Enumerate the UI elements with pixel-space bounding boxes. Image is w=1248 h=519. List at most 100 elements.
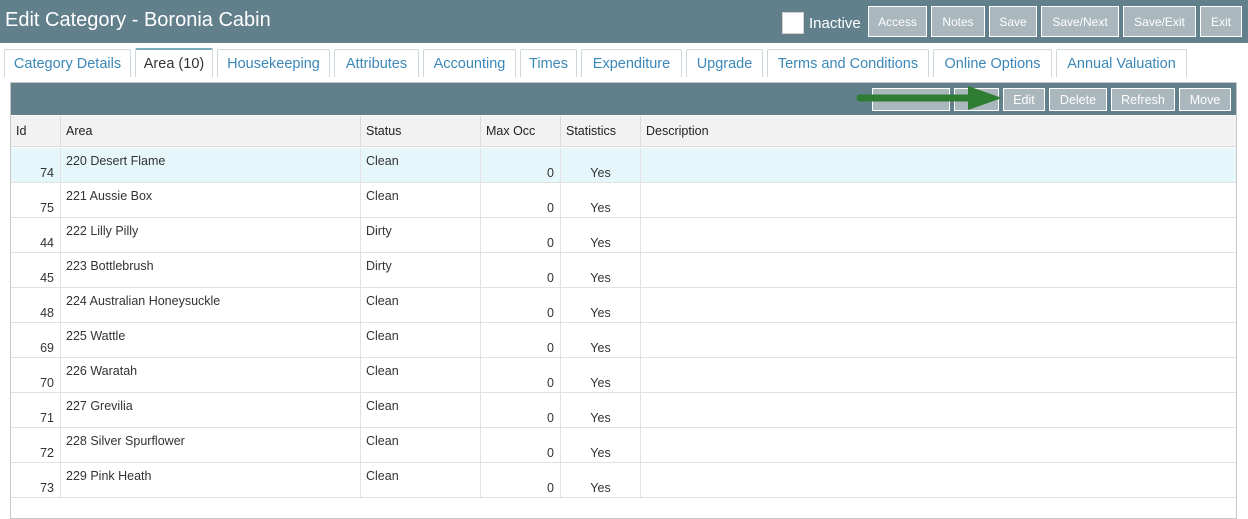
table-row[interactable]: 73 229 Pink Heath Clean 0 Yes bbox=[11, 463, 1236, 498]
cell-area: 225 Wattle bbox=[61, 323, 361, 358]
cell-description bbox=[641, 183, 1236, 218]
table-row[interactable]: 44 222 Lilly Pilly Dirty 0 Yes bbox=[11, 218, 1236, 253]
column-header-id[interactable]: Id bbox=[11, 116, 61, 146]
cell-status: Clean bbox=[361, 393, 481, 428]
page-title: Edit Category - Boronia Cabin bbox=[5, 9, 271, 31]
save-next-button[interactable]: Save/Next bbox=[1041, 6, 1119, 37]
edit-button[interactable]: Edit bbox=[1003, 88, 1045, 111]
exit-button[interactable]: Exit bbox=[1200, 6, 1242, 37]
cell-description bbox=[641, 218, 1236, 253]
cell-max-occ: 0 bbox=[481, 218, 561, 253]
tab-area[interactable]: Area (10) bbox=[135, 48, 213, 77]
cell-statistics: Yes bbox=[561, 428, 641, 463]
tab-attributes[interactable]: Attributes bbox=[334, 49, 419, 77]
cell-description bbox=[641, 253, 1236, 288]
column-header-statistics[interactable]: Statistics bbox=[561, 116, 641, 146]
save-button[interactable]: Save bbox=[989, 6, 1037, 37]
cell-description bbox=[641, 323, 1236, 358]
column-header-description[interactable]: Description bbox=[641, 116, 1236, 146]
cell-status: Clean bbox=[361, 323, 481, 358]
cell-id: 75 bbox=[11, 183, 61, 218]
cell-statistics: Yes bbox=[561, 358, 641, 393]
cell-id: 70 bbox=[11, 358, 61, 393]
cell-description bbox=[641, 428, 1236, 463]
cell-status: Clean bbox=[361, 463, 481, 498]
cell-max-occ: 0 bbox=[481, 183, 561, 218]
cell-area: 226 Waratah bbox=[61, 358, 361, 393]
cell-max-occ: 0 bbox=[481, 428, 561, 463]
cell-statistics: Yes bbox=[561, 183, 641, 218]
cell-description bbox=[641, 148, 1236, 183]
cell-area: 222 Lilly Pilly bbox=[61, 218, 361, 253]
save-exit-button[interactable]: Save/Exit bbox=[1123, 6, 1196, 37]
cell-status: Clean bbox=[361, 428, 481, 463]
cell-max-occ: 0 bbox=[481, 323, 561, 358]
tab-category-details[interactable]: Category Details bbox=[4, 49, 131, 77]
cell-area: 220 Desert Flame bbox=[61, 148, 361, 183]
cell-statistics: Yes bbox=[561, 288, 641, 323]
cell-description bbox=[641, 393, 1236, 428]
table-row[interactable]: 74 220 Desert Flame Clean 0 Yes bbox=[11, 148, 1236, 183]
table-row[interactable]: 71 227 Grevilia Clean 0 Yes bbox=[11, 393, 1236, 428]
cell-id: 74 bbox=[11, 148, 61, 183]
cell-statistics: Yes bbox=[561, 323, 641, 358]
inactive-toggle[interactable]: Inactive bbox=[782, 12, 861, 34]
tab-expenditure[interactable]: Expenditure bbox=[581, 49, 682, 77]
table-row[interactable]: 69 225 Wattle Clean 0 Yes bbox=[11, 323, 1236, 358]
tab-annual-valuation[interactable]: Annual Valuation bbox=[1056, 49, 1187, 77]
tab-terms-and-conditions[interactable]: Terms and Conditions bbox=[767, 49, 929, 77]
cell-description bbox=[641, 288, 1236, 323]
cell-area: 221 Aussie Box bbox=[61, 183, 361, 218]
delete-button[interactable]: Delete bbox=[1049, 88, 1107, 111]
top-header-bar: Edit Category - Boronia Cabin Inactive A… bbox=[0, 0, 1248, 43]
cell-status: Dirty bbox=[361, 253, 481, 288]
tab-times[interactable]: Times bbox=[520, 49, 577, 77]
table-header: Id Area Status Max Occ Statistics Descri… bbox=[11, 116, 1236, 147]
cell-description bbox=[641, 358, 1236, 393]
cell-statistics: Yes bbox=[561, 218, 641, 253]
cell-status: Clean bbox=[361, 358, 481, 393]
cell-statistics: Yes bbox=[561, 148, 641, 183]
table-row[interactable]: 48 224 Australian Honeysuckle Clean 0 Yes bbox=[11, 288, 1236, 323]
cell-area: 228 Silver Spurflower bbox=[61, 428, 361, 463]
column-header-area[interactable]: Area bbox=[61, 116, 361, 146]
cell-area: 224 Australian Honeysuckle bbox=[61, 288, 361, 323]
cell-id: 72 bbox=[11, 428, 61, 463]
arrow-annotation-icon bbox=[856, 86, 1002, 110]
access-button[interactable]: Access bbox=[868, 6, 927, 37]
tab-online-options[interactable]: Online Options bbox=[933, 49, 1052, 77]
column-header-status[interactable]: Status bbox=[361, 116, 481, 146]
refresh-button[interactable]: Refresh bbox=[1111, 88, 1175, 111]
table-row[interactable]: 45 223 Bottlebrush Dirty 0 Yes bbox=[11, 253, 1236, 288]
cell-status: Clean bbox=[361, 148, 481, 183]
cell-id: 45 bbox=[11, 253, 61, 288]
move-button[interactable]: Move bbox=[1179, 88, 1231, 111]
area-panel: Edit Delete Refresh Move Id Area Status … bbox=[10, 82, 1237, 519]
column-header-max-occ[interactable]: Max Occ bbox=[481, 116, 561, 146]
cell-max-occ: 0 bbox=[481, 288, 561, 323]
cell-id: 69 bbox=[11, 323, 61, 358]
inactive-checkbox[interactable] bbox=[782, 12, 804, 34]
cell-status: Clean bbox=[361, 183, 481, 218]
cell-max-occ: 0 bbox=[481, 358, 561, 393]
cell-max-occ: 0 bbox=[481, 253, 561, 288]
table-row[interactable]: 75 221 Aussie Box Clean 0 Yes bbox=[11, 183, 1236, 218]
cell-area: 229 Pink Heath bbox=[61, 463, 361, 498]
cell-status: Dirty bbox=[361, 218, 481, 253]
cell-area: 223 Bottlebrush bbox=[61, 253, 361, 288]
cell-max-occ: 0 bbox=[481, 463, 561, 498]
cell-id: 44 bbox=[11, 218, 61, 253]
notes-button[interactable]: Notes bbox=[931, 6, 985, 37]
tab-strip: Category Details Area (10) Housekeeping … bbox=[0, 48, 1248, 77]
tab-upgrade[interactable]: Upgrade bbox=[686, 49, 763, 77]
cell-id: 48 bbox=[11, 288, 61, 323]
cell-max-occ: 0 bbox=[481, 393, 561, 428]
table-row[interactable]: 72 228 Silver Spurflower Clean 0 Yes bbox=[11, 428, 1236, 463]
cell-max-occ: 0 bbox=[481, 148, 561, 183]
table-row[interactable]: 70 226 Waratah Clean 0 Yes bbox=[11, 358, 1236, 393]
cell-area: 227 Grevilia bbox=[61, 393, 361, 428]
inactive-label: Inactive bbox=[809, 14, 861, 32]
tab-accounting[interactable]: Accounting bbox=[423, 49, 516, 77]
cell-description bbox=[641, 463, 1236, 498]
tab-housekeeping[interactable]: Housekeeping bbox=[217, 49, 330, 77]
